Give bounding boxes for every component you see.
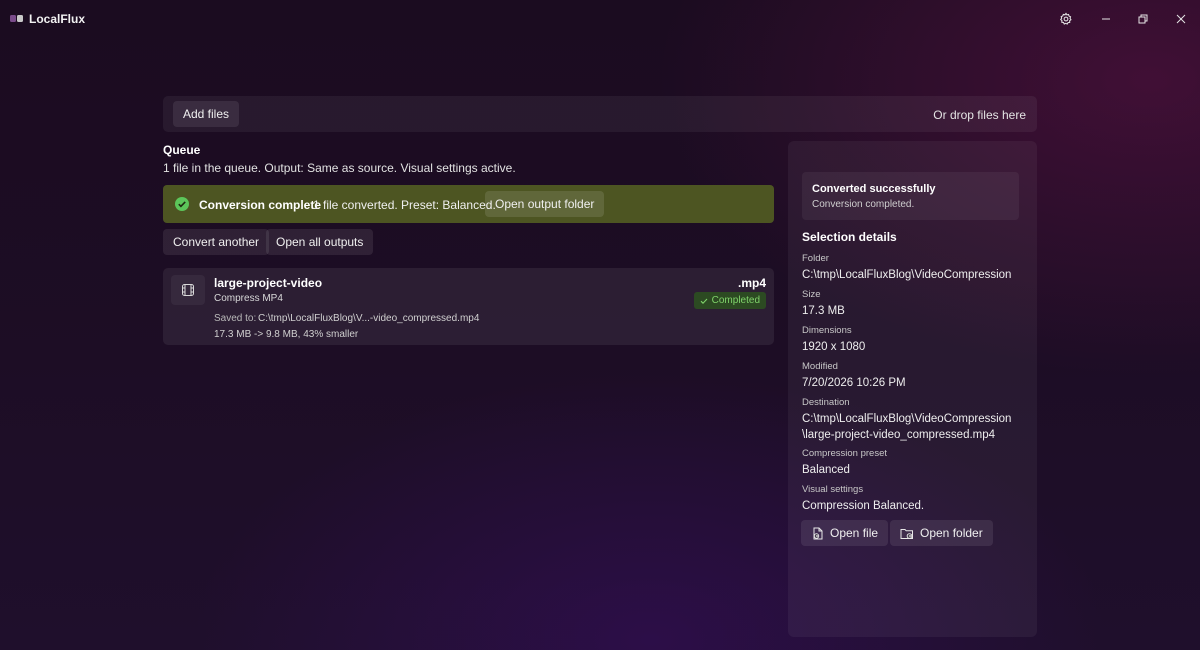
minimize-button[interactable]: [1091, 6, 1121, 32]
maximize-button[interactable]: [1128, 6, 1158, 32]
size-value: 17.3 MB: [802, 305, 845, 317]
app-logo-icon: [10, 15, 23, 22]
open-folder-icon: [900, 528, 913, 539]
compression-preset-value: Balanced: [802, 464, 850, 476]
open-folder-button[interactable]: Open folder: [890, 520, 993, 546]
drop-hint: Or drop files here: [933, 108, 1026, 122]
app-title: LocalFlux: [29, 12, 86, 26]
banner-title: Conversion complete: [199, 198, 322, 212]
modified-value: 7/20/2026 10:26 PM: [802, 377, 906, 389]
title-bar: LocalFlux: [0, 0, 1200, 38]
film-icon: [182, 284, 194, 296]
settings-icon: [1059, 12, 1072, 25]
minimize-icon: [1102, 18, 1110, 20]
open-output-folder-button[interactable]: Open output folder: [485, 191, 605, 217]
folder-label: Folder: [802, 253, 829, 264]
status-badge: Completed: [693, 292, 766, 309]
open-all-outputs-button[interactable]: Open all outputs: [266, 229, 374, 255]
modified-label: Modified: [802, 361, 838, 372]
compression-preset-label: Compression preset: [802, 448, 888, 459]
destination-value-line2: \large-project-video_compressed.mp4: [802, 429, 996, 441]
dimensions-label: Dimensions: [802, 325, 852, 336]
status-label: Completed: [711, 295, 760, 306]
visual-settings-label: Visual settings: [802, 484, 864, 495]
saved-to-label: Saved to:: [214, 313, 257, 324]
destination-label: Destination: [802, 397, 850, 408]
open-folder-label: Open folder: [920, 526, 983, 540]
queue-file-item[interactable]: large-project-video Compress MP4 .mp4 Co…: [163, 268, 774, 345]
success-subtitle: Conversion completed.: [812, 199, 915, 210]
close-button[interactable]: [1166, 6, 1196, 32]
settings-button[interactable]: [1051, 6, 1081, 32]
open-file-icon: [813, 527, 823, 539]
queue-summary: 1 file in the queue. Output: Same as sou…: [163, 161, 516, 175]
success-card: Converted successfully Conversion comple…: [802, 172, 1019, 220]
close-icon: [1176, 14, 1186, 24]
file-task: Compress MP4: [214, 293, 283, 304]
convert-another-button[interactable]: Convert another: [163, 229, 270, 255]
file-drop-zone[interactable]: Add files Or drop files here: [163, 96, 1037, 132]
check-circle-icon: [175, 197, 189, 211]
conversion-complete-banner: Conversion complete 1 file converted. Pr…: [163, 185, 774, 223]
checkmark-icon: [700, 298, 708, 304]
queue-title: Queue: [163, 143, 201, 157]
selection-details-title: Selection details: [802, 230, 897, 244]
add-files-button[interactable]: Add files: [173, 101, 240, 127]
size-label: Size: [802, 289, 821, 300]
visual-settings-value: Compression Balanced.: [802, 500, 925, 512]
maximize-icon: [1138, 14, 1148, 24]
success-title: Converted successfully: [812, 183, 936, 195]
file-extension: .mp4: [737, 276, 766, 290]
open-file-button[interactable]: Open file: [801, 520, 889, 546]
destination-value-line1: C:\tmp\LocalFluxBlog\VideoCompression: [802, 413, 1012, 425]
banner-message: 1 file converted. Preset: Balanced.: [313, 198, 496, 212]
selection-details-panel: Converted successfully Conversion comple…: [788, 141, 1037, 637]
open-file-label: Open file: [830, 526, 879, 540]
file-name: large-project-video: [214, 276, 323, 290]
saved-path: C:\tmp\LocalFluxBlog\V...-video_compress…: [258, 313, 480, 324]
folder-value: C:\tmp\LocalFluxBlog\VideoCompression: [802, 269, 1012, 281]
size-summary: 17.3 MB -> 9.8 MB, 43% smaller: [214, 329, 359, 340]
dimensions-value: 1920 x 1080: [802, 341, 866, 353]
file-type-tile: [171, 275, 205, 305]
